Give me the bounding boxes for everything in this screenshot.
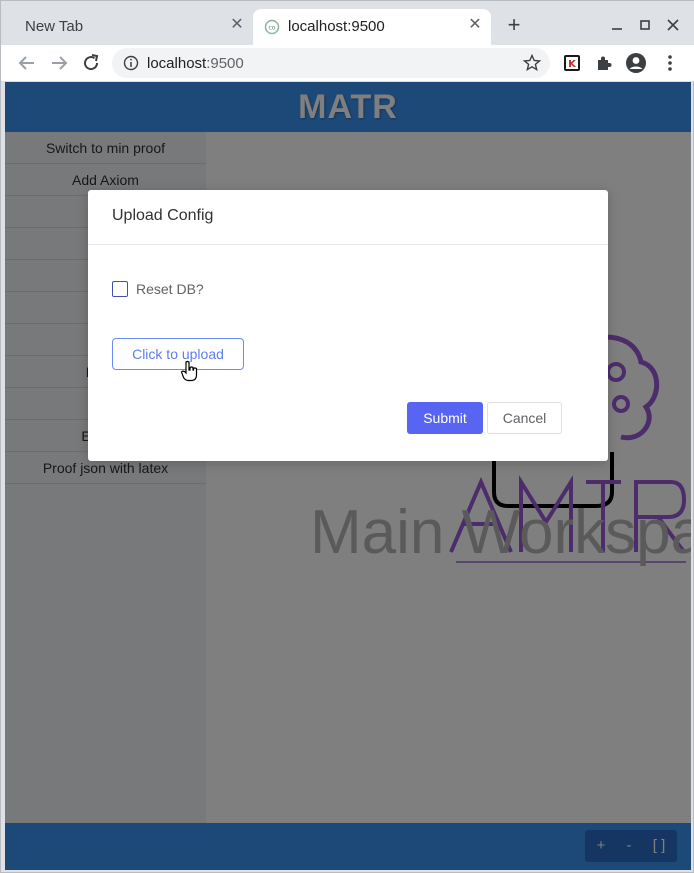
reload-icon[interactable] xyxy=(79,51,103,75)
new-tab-button[interactable]: + xyxy=(503,14,525,37)
back-icon[interactable] xyxy=(15,51,39,75)
tab-new-tab[interactable]: New Tab ✕ xyxy=(9,9,251,45)
close-icon[interactable]: ✕ xyxy=(229,17,245,33)
browser-window: New Tab ✕ co localhost:9500 ✕ + localhos… xyxy=(0,0,694,873)
upload-config-dialog: Upload Config Reset DB? Click to upload … xyxy=(88,190,608,461)
dialog-title: Upload Config xyxy=(112,207,214,224)
svg-text:K: K xyxy=(568,59,577,70)
close-icon[interactable]: ✕ xyxy=(467,17,483,33)
svg-text:co: co xyxy=(269,25,276,32)
reset-db-label[interactable]: Reset DB? xyxy=(136,281,204,297)
url-text: localhost:9500 xyxy=(147,55,244,72)
upload-button[interactable]: Click to upload xyxy=(112,338,244,370)
reset-db-checkbox[interactable] xyxy=(112,281,128,297)
window-close-icon[interactable] xyxy=(663,15,683,35)
minimize-icon[interactable] xyxy=(607,15,627,35)
account-icon[interactable] xyxy=(625,52,647,74)
globe-icon: co xyxy=(264,19,280,35)
dialog-divider xyxy=(88,244,608,245)
address-bar[interactable]: localhost:9500 xyxy=(112,48,550,78)
puzzle-icon[interactable] xyxy=(593,52,615,74)
cancel-button[interactable]: Cancel xyxy=(487,402,562,434)
browser-toolbar: localhost:9500 K xyxy=(1,45,694,82)
tab-title: New Tab xyxy=(25,18,84,35)
hand-cursor-icon xyxy=(180,360,198,382)
star-icon[interactable] xyxy=(522,53,542,73)
submit-button[interactable]: Submit xyxy=(407,402,483,434)
menu-icon[interactable] xyxy=(659,52,681,74)
maximize-icon[interactable] xyxy=(635,15,655,35)
extension-k-icon[interactable]: K xyxy=(561,52,583,74)
tab-bar: New Tab ✕ co localhost:9500 ✕ + xyxy=(1,1,694,45)
tab-title: localhost:9500 xyxy=(288,18,385,35)
info-icon[interactable] xyxy=(123,55,139,71)
forward-icon[interactable] xyxy=(47,51,71,75)
tab-localhost[interactable]: co localhost:9500 ✕ xyxy=(253,9,491,45)
